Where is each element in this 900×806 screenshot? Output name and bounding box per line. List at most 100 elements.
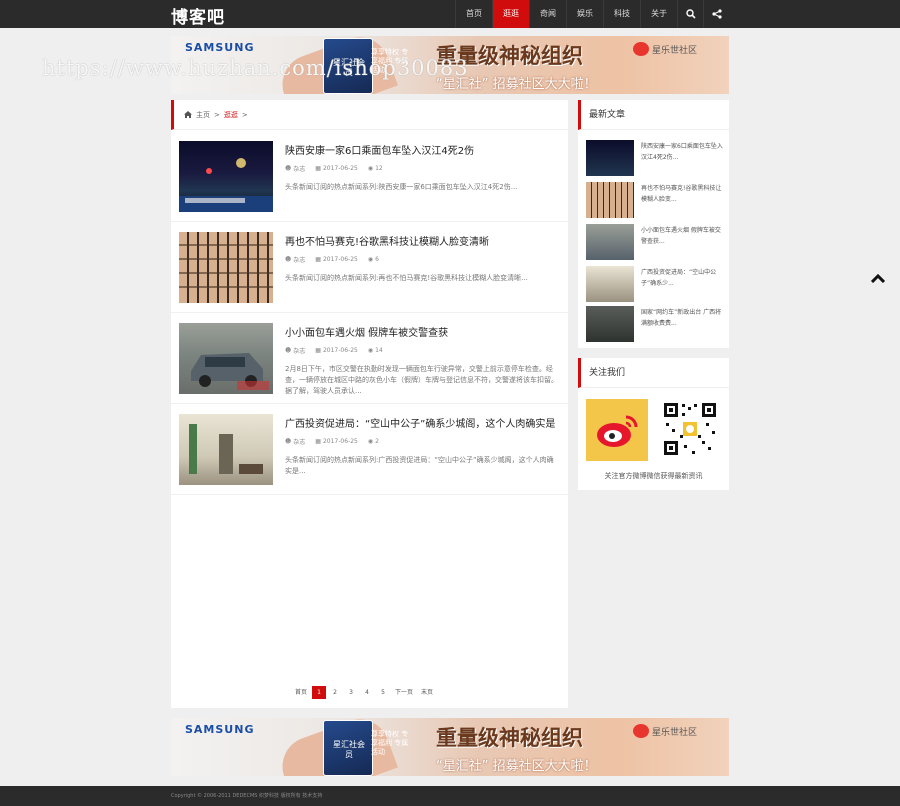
nav-tech[interactable]: 科技 xyxy=(603,0,640,28)
article-summary: 头条新闻订阅的热点新闻系列:陕西安康一家6口乘面包车坠入汉江4死2伤... xyxy=(285,183,518,191)
nav-about[interactable]: 关于 xyxy=(640,0,677,28)
nav-home[interactable]: 首页 xyxy=(455,0,492,28)
article-author: 杂志 xyxy=(293,166,306,173)
breadcrumb: 主页 > 逛逛 > xyxy=(171,100,568,130)
main-nav: 首页 逛逛 奇闻 娱乐 科技 关于 xyxy=(455,0,729,28)
page-first[interactable]: 首页 xyxy=(292,686,311,699)
latest-thumbnail[interactable] xyxy=(586,224,634,260)
latest-item[interactable]: 小小面包车遇火烟 假牌车被交警查获... xyxy=(586,224,726,260)
views-icon: ◉ xyxy=(367,256,374,263)
article-title[interactable]: 广西投资促进局：“空山中公子”确系少城阁，这个人肉确实是 xyxy=(285,415,555,430)
article-summary: 头条新闻订阅的热点新闻系列:广西投资促进局：“空山中公子”确系少城阁，这个人肉确… xyxy=(285,456,554,475)
page-1[interactable]: 1 xyxy=(312,686,327,699)
latest-articles-panel: 最新文章 陕西安康一家6口乘面包车坠入汉江4死2伤... 再也不怕马赛克!谷歌黑… xyxy=(578,100,729,348)
article-title[interactable]: 再也不怕马赛克!谷歌黑科技让模糊人脸变清晰 xyxy=(285,233,489,248)
follow-us-caption: 关注官方微博微信获得最新资讯 xyxy=(604,472,703,480)
footer-copyright: Copyright © 2006-2011 DEDECMS 织梦科技 版权所有 … xyxy=(171,793,323,799)
breadcrumb-trail: > xyxy=(241,110,248,119)
article-thumbnail[interactable] xyxy=(179,414,273,485)
latest-thumbnail[interactable] xyxy=(586,140,634,176)
banner-brand: SAMSUNG xyxy=(185,41,255,54)
footer: Copyright © 2006-2011 DEDECMS 织梦科技 版权所有 … xyxy=(0,786,900,806)
author-icon: ☻ xyxy=(285,347,292,354)
share-icon[interactable] xyxy=(703,0,729,28)
list-item: 陕西安康一家6口乘面包车坠入汉江4死2伤 ☻ 杂志 ▦ 2017-06-25 ◉ 12… xyxy=(171,131,568,222)
article-views: 2 xyxy=(375,438,379,445)
latest-item[interactable]: 国家“网约车”新政出台 广西将 满额收费费... xyxy=(586,306,726,342)
partner-logo-icon xyxy=(633,42,649,56)
article-views: 12 xyxy=(375,165,383,172)
latest-item-title[interactable]: 小小面包车遇火烟 假牌车被交警查获... xyxy=(641,225,725,247)
latest-item[interactable]: 陕西安康一家6口乘面包车坠入汉江4死2伤... xyxy=(586,140,726,176)
banner-brand: SAMSUNG xyxy=(185,723,255,736)
author-icon: ☻ xyxy=(285,438,292,445)
views-icon: ◉ xyxy=(367,347,374,354)
breadcrumb-current[interactable]: 逛逛 xyxy=(224,110,238,120)
banner-promo: 尊享特权 专享福利 专属活动 xyxy=(371,730,409,756)
page-last[interactable]: 末页 xyxy=(418,686,437,699)
wechat-qr-icon[interactable] xyxy=(662,401,718,457)
back-to-top-icon[interactable] xyxy=(870,273,886,286)
latest-item-title[interactable]: 广西投资促进局：“空山中公子”确系少... xyxy=(641,267,725,289)
article-summary: 2月8日下午，市区交警在执勤时发现一辆面包车行驶异常，交警上前示意停车检查。经查… xyxy=(285,365,558,395)
calendar-icon: ▦ xyxy=(315,256,321,263)
latest-thumbnail[interactable] xyxy=(586,182,634,218)
article-thumbnail[interactable] xyxy=(179,141,273,212)
page-next[interactable]: 下一页 xyxy=(392,686,417,699)
breadcrumb-sep: > xyxy=(214,110,220,119)
weibo-icon[interactable] xyxy=(586,399,648,461)
article-title[interactable]: 陕西安康一家6口乘面包车坠入汉江4死2伤 xyxy=(285,142,474,157)
article-views: 14 xyxy=(375,347,383,354)
latest-item[interactable]: 再也不怕马赛克!谷歌黑科技让模糊人脸变... xyxy=(586,182,726,218)
page-3[interactable]: 3 xyxy=(344,686,359,699)
latest-item-title[interactable]: 陕西安康一家6口乘面包车坠入汉江4死2伤... xyxy=(641,141,725,163)
banner-headline: 重量级神秘组织 xyxy=(436,726,583,750)
calendar-icon: ▦ xyxy=(315,165,321,172)
follow-us-title: 关注我们 xyxy=(578,358,729,388)
calendar-icon: ▦ xyxy=(315,438,321,445)
partner-name: 星乐世社区 xyxy=(652,45,698,56)
views-icon: ◉ xyxy=(367,438,374,445)
list-item: 广西投资促进局：“空山中公子”确系少城阁，这个人肉确实是 ☻ 杂志 ▦ 2017-0… xyxy=(171,404,568,495)
article-date: 2017-06-25 xyxy=(322,438,358,445)
partner-name: 星乐世社区 xyxy=(652,727,698,738)
page-5[interactable]: 5 xyxy=(376,686,391,699)
article-thumbnail[interactable] xyxy=(179,232,273,303)
breadcrumb-home[interactable]: 主页 xyxy=(196,110,210,120)
watermark: https://www.huzhan.com/ishop30083 xyxy=(42,56,469,80)
latest-thumbnail[interactable] xyxy=(586,266,634,302)
banner-partner: 星乐世社区 xyxy=(633,42,697,56)
author-icon: ☻ xyxy=(285,165,292,172)
pagination: 首页 1 2 3 4 5 下一页 末页 xyxy=(292,686,437,699)
latest-item-title[interactable]: 再也不怕马赛克!谷歌黑科技让模糊人脸变... xyxy=(641,183,725,205)
article-author: 杂志 xyxy=(293,348,306,355)
article-date: 2017-06-25 xyxy=(322,347,358,354)
article-list: 主页 > 逛逛 > 陕西安康一家6口乘面包车坠入汉江4死2伤 ☻ 杂志 ▦ 2017… xyxy=(171,100,568,708)
home-icon xyxy=(184,111,192,118)
search-icon[interactable] xyxy=(677,0,703,28)
top-navbar: 博客吧 首页 逛逛 奇闻 娱乐 科技 关于 xyxy=(0,0,900,28)
page-2[interactable]: 2 xyxy=(328,686,343,699)
follow-us-panel: 关注我们 关注官方微博微信获得最新资讯 xyxy=(578,358,729,490)
latest-thumbnail[interactable] xyxy=(586,306,634,342)
nav-odd-news[interactable]: 奇闻 xyxy=(529,0,566,28)
article-meta: ☻ 杂志 ▦ 2017-06-25 ◉ 14 xyxy=(285,346,383,355)
latest-item[interactable]: 广西投资促进局：“空山中公子”确系少... xyxy=(586,266,726,302)
calendar-icon: ▦ xyxy=(315,347,321,354)
article-thumbnail[interactable] xyxy=(179,323,273,394)
article-date: 2017-06-25 xyxy=(322,256,358,263)
article-views: 6 xyxy=(375,256,379,263)
nav-browse[interactable]: 逛逛 xyxy=(492,0,529,28)
views-icon: ◉ xyxy=(367,165,374,172)
bottom-ad-banner[interactable]: SAMSUNG 星汇社会员 尊享特权 专享福利 专属活动 重量级神秘组织 “星汇… xyxy=(171,718,729,776)
article-date: 2017-06-25 xyxy=(322,165,358,172)
article-title[interactable]: 小小面包车遇火烟 假牌车被交警查获 xyxy=(285,324,448,339)
site-logo[interactable]: 博客吧 xyxy=(171,3,225,28)
banner-subline: “星汇社” 招募社区大大啦！ xyxy=(436,759,597,774)
nav-entertainment[interactable]: 娱乐 xyxy=(566,0,603,28)
page-4[interactable]: 4 xyxy=(360,686,375,699)
article-summary: 头条新闻订阅的热点新闻系列:再也不怕马赛克!谷歌黑科技让模糊人脸变清晰... xyxy=(285,274,528,282)
list-item: 再也不怕马赛克!谷歌黑科技让模糊人脸变清晰 ☻ 杂志 ▦ 2017-06-25 ◉ 6… xyxy=(171,222,568,313)
latest-item-title[interactable]: 国家“网约车”新政出台 广西将 满额收费费... xyxy=(641,307,725,329)
latest-articles-title: 最新文章 xyxy=(578,100,729,130)
